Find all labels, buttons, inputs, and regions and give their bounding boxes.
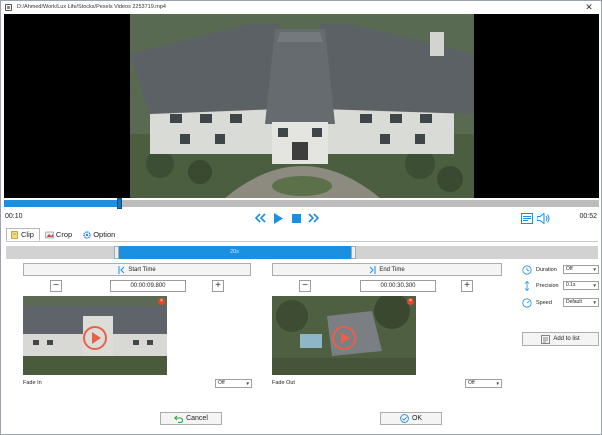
tab-crop-label: Crop bbox=[55, 230, 73, 239]
cancel-button[interactable]: Cancel bbox=[160, 412, 222, 425]
set-start-time-button[interactable]: Start Time bbox=[23, 263, 251, 276]
total-time: 00:52 bbox=[579, 213, 597, 220]
subtitle-icon[interactable] bbox=[520, 212, 533, 224]
start-time-minus-button[interactable]: − bbox=[50, 280, 62, 292]
ok-button[interactable]: OK bbox=[380, 412, 442, 425]
video-frame bbox=[130, 14, 474, 198]
play-icon[interactable] bbox=[272, 212, 284, 224]
tab-clip-label: Clip bbox=[21, 230, 34, 239]
add-to-list-button[interactable]: Add to list bbox=[522, 332, 599, 346]
crop-icon bbox=[45, 231, 54, 238]
undo-icon bbox=[174, 415, 184, 423]
end-time-minus-button[interactable]: − bbox=[299, 280, 311, 292]
precision-select[interactable]: 0.1s ▼ bbox=[563, 281, 599, 290]
fade-out-value: Off bbox=[468, 380, 475, 386]
start-frame-thumbnail: × bbox=[23, 296, 167, 375]
tab-divider bbox=[6, 241, 598, 242]
tab-strip: Clip Crop Option bbox=[6, 228, 121, 241]
speed-label: Speed bbox=[536, 300, 552, 306]
clip-range-selection: 20s bbox=[118, 246, 351, 259]
tab-crop[interactable]: Crop bbox=[40, 228, 78, 241]
playback-controls bbox=[254, 211, 320, 225]
start-time-plus-button[interactable]: + bbox=[212, 280, 224, 292]
clip-start-handle[interactable] bbox=[114, 246, 120, 259]
chevron-down-icon: ▼ bbox=[495, 381, 500, 386]
video-preview[interactable] bbox=[4, 14, 599, 198]
seek-bar[interactable] bbox=[4, 198, 599, 209]
cancel-label: Cancel bbox=[186, 415, 208, 422]
fast-forward-icon[interactable] bbox=[308, 212, 320, 224]
fade-out-select[interactable]: Off ▼ bbox=[465, 379, 502, 388]
start-thumbnail-close-icon[interactable]: × bbox=[158, 298, 165, 305]
clock-icon bbox=[522, 265, 532, 275]
clip-icon bbox=[11, 230, 18, 239]
speed-value: Default bbox=[566, 299, 582, 305]
end-time-field[interactable]: 00:00:30.300 bbox=[360, 280, 436, 292]
gear-icon bbox=[83, 230, 91, 239]
precision-icon bbox=[524, 281, 530, 291]
clip-range-bar[interactable]: 20s bbox=[6, 246, 598, 259]
ok-label: OK bbox=[411, 415, 423, 422]
speed-icon bbox=[522, 298, 532, 308]
precision-value: 0.1s bbox=[566, 282, 576, 288]
end-frame-thumbnail: × bbox=[272, 296, 416, 375]
start-marker-icon bbox=[118, 265, 125, 274]
end-time-plus-button[interactable]: + bbox=[461, 280, 473, 292]
chevron-down-icon: ▼ bbox=[592, 267, 597, 272]
precision-label: Precision bbox=[536, 283, 559, 289]
stop-icon[interactable] bbox=[290, 212, 302, 224]
close-button[interactable]: ✕ bbox=[583, 2, 595, 13]
end-thumbnail-close-icon[interactable]: × bbox=[407, 298, 414, 305]
end-time-button-label: End Time bbox=[379, 266, 405, 273]
fade-in-value: Off bbox=[218, 380, 225, 386]
volume-icon[interactable] bbox=[537, 212, 550, 224]
start-time-field[interactable]: 00:00:09.800 bbox=[110, 280, 186, 292]
clip-end-handle[interactable] bbox=[350, 246, 356, 259]
seek-bar-played bbox=[4, 200, 119, 207]
trim-dialog: D:/Ahmed/Work/Lux Life/Stocks/Pexels Vid… bbox=[0, 0, 602, 435]
tab-option[interactable]: Option bbox=[78, 228, 121, 241]
clip-duration-label: 20s bbox=[230, 249, 239, 255]
duration-select[interactable]: Off ▼ bbox=[563, 265, 599, 274]
duration-value: Off bbox=[566, 266, 573, 272]
seek-bar-handle[interactable] bbox=[116, 198, 122, 209]
set-end-time-button[interactable]: End Time bbox=[272, 263, 502, 276]
tab-clip[interactable]: Clip bbox=[6, 228, 40, 241]
tab-option-label: Option bbox=[93, 230, 116, 239]
add-to-list-label: Add to list bbox=[553, 336, 580, 342]
rewind-icon[interactable] bbox=[254, 212, 266, 224]
app-icon bbox=[5, 4, 12, 11]
current-time: 00:10 bbox=[5, 213, 23, 220]
fade-in-label: Fade In bbox=[23, 380, 42, 386]
fade-in-select[interactable]: Off ▼ bbox=[215, 379, 252, 388]
chevron-down-icon: ▼ bbox=[592, 300, 597, 305]
check-circle-icon bbox=[400, 414, 409, 423]
duration-label: Duration bbox=[536, 267, 557, 273]
title-bar: D:/Ahmed/Work/Lux Life/Stocks/Pexels Vid… bbox=[1, 1, 601, 14]
speed-select[interactable]: Default ▼ bbox=[563, 298, 599, 307]
add-list-icon bbox=[541, 334, 551, 344]
end-marker-icon bbox=[369, 265, 376, 274]
chevron-down-icon: ▼ bbox=[592, 283, 597, 288]
fade-out-label: Fade Out bbox=[272, 380, 295, 386]
chevron-down-icon: ▼ bbox=[245, 381, 250, 386]
window-title: D:/Ahmed/Work/Lux Life/Stocks/Pexels Vid… bbox=[17, 4, 166, 10]
start-time-button-label: Start Time bbox=[128, 266, 156, 273]
